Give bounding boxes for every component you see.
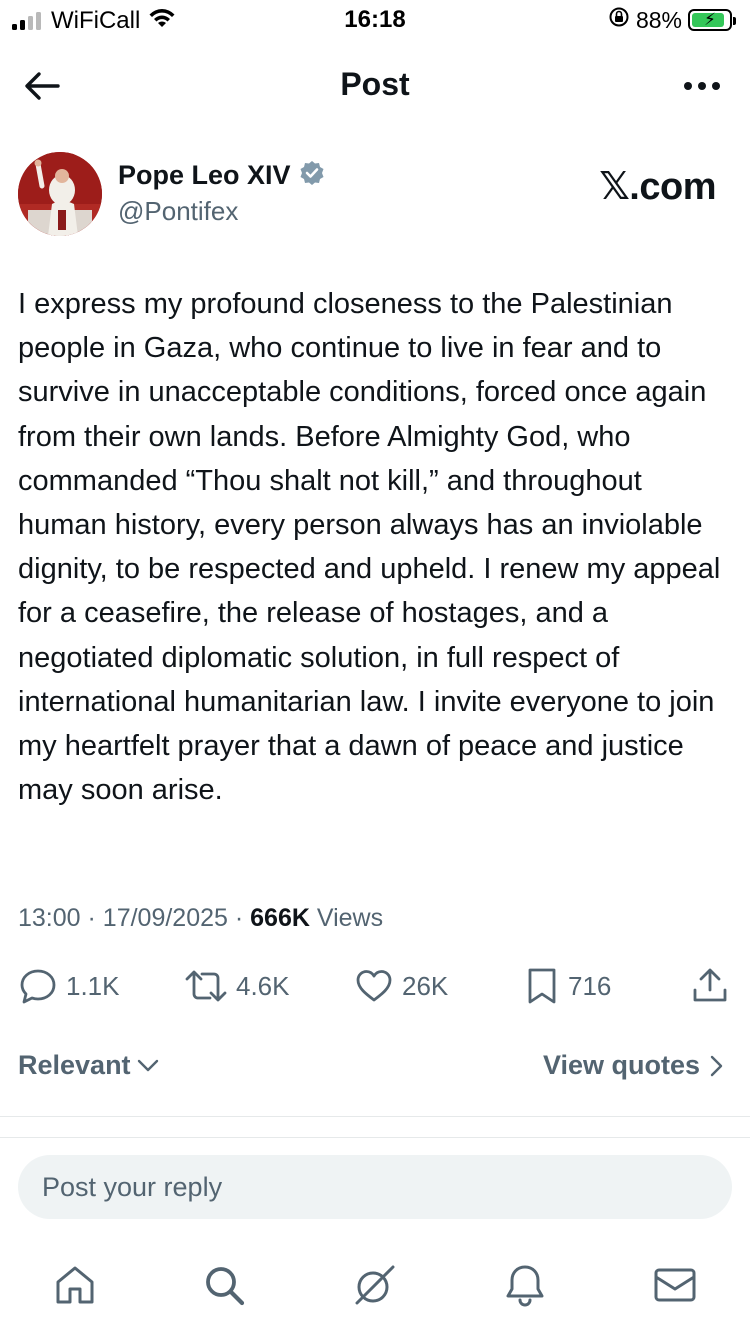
post-meta: 13:00 · 17/09/2025 · 666K Views xyxy=(18,904,383,933)
share-button[interactable] xyxy=(690,966,730,1006)
post-time: 13:00 xyxy=(18,904,81,932)
bookmark-button[interactable]: 716 xyxy=(524,966,611,1006)
post-text: I express my profound closeness to the P… xyxy=(18,288,721,807)
divider xyxy=(0,1116,750,1117)
more-options-button[interactable] xyxy=(678,66,726,106)
view-quotes-link[interactable]: View quotes xyxy=(543,1050,724,1081)
search-icon xyxy=(206,1267,245,1306)
reply-count: 1.1K xyxy=(66,970,120,1001)
share-icon xyxy=(693,968,727,1002)
post-date: 17/09/2025 xyxy=(102,904,228,932)
reply-icon xyxy=(20,969,56,1004)
author-name-row: Pope Leo XIV xyxy=(118,160,325,191)
sort-label: Relevant xyxy=(18,1050,131,1080)
bookmark-count: 716 xyxy=(568,970,612,1001)
nav-search[interactable] xyxy=(194,1255,254,1315)
like-button[interactable]: 26K xyxy=(354,966,448,1006)
repost-icon xyxy=(185,970,227,1002)
like-count: 26K xyxy=(402,970,449,1001)
nav-messages[interactable] xyxy=(645,1255,705,1315)
post-author: Pope Leo XIV @Pontifex 𝕏.com xyxy=(18,152,732,242)
chevron-right-icon xyxy=(710,1055,723,1076)
messages-icon xyxy=(654,1268,696,1302)
battery-percent: 88% xyxy=(635,6,682,33)
views-label: Views xyxy=(316,904,384,932)
x-com-watermark: 𝕏.com xyxy=(599,166,716,208)
status-bar: WiFiCall 16:18 88% ⚡ xyxy=(0,0,750,44)
orientation-lock-icon xyxy=(608,6,630,34)
battery-icon: ⚡ xyxy=(688,9,736,31)
home-icon xyxy=(56,1266,94,1304)
view-quotes-label: View quotes xyxy=(542,1050,700,1080)
reply-button[interactable]: 1.1K xyxy=(18,966,120,1006)
avatar[interactable] xyxy=(18,152,102,236)
sort-dropdown[interactable]: Relevant xyxy=(18,1050,159,1081)
repost-count: 4.6K xyxy=(236,970,290,1001)
grok-icon xyxy=(355,1265,395,1305)
meta-separator-2: · xyxy=(234,904,244,932)
top-bar: Post xyxy=(0,56,750,114)
page-title: Post xyxy=(340,66,410,102)
status-bar-right: 88% ⚡ xyxy=(608,6,736,34)
meta-separator: · xyxy=(87,904,96,932)
bookmark-icon xyxy=(528,968,556,1004)
post-actions: 1.1K 4.6K 26K 716 xyxy=(18,966,732,1014)
divider xyxy=(0,1137,750,1138)
reply-input[interactable] xyxy=(18,1155,732,1219)
repost-button[interactable]: 4.6K xyxy=(184,966,290,1006)
nav-grok[interactable] xyxy=(345,1255,405,1315)
views-count: 666K xyxy=(250,904,310,932)
bottom-nav xyxy=(0,1255,750,1315)
chevron-down-icon xyxy=(137,1059,158,1071)
verified-badge-icon xyxy=(299,160,325,191)
nav-home[interactable] xyxy=(45,1255,105,1315)
notifications-icon xyxy=(506,1265,544,1307)
nav-notifications[interactable] xyxy=(495,1255,555,1315)
heart-icon xyxy=(356,970,392,1002)
author-handle[interactable]: @Pontifex xyxy=(118,196,238,227)
author-name[interactable]: Pope Leo XIV xyxy=(118,160,291,191)
